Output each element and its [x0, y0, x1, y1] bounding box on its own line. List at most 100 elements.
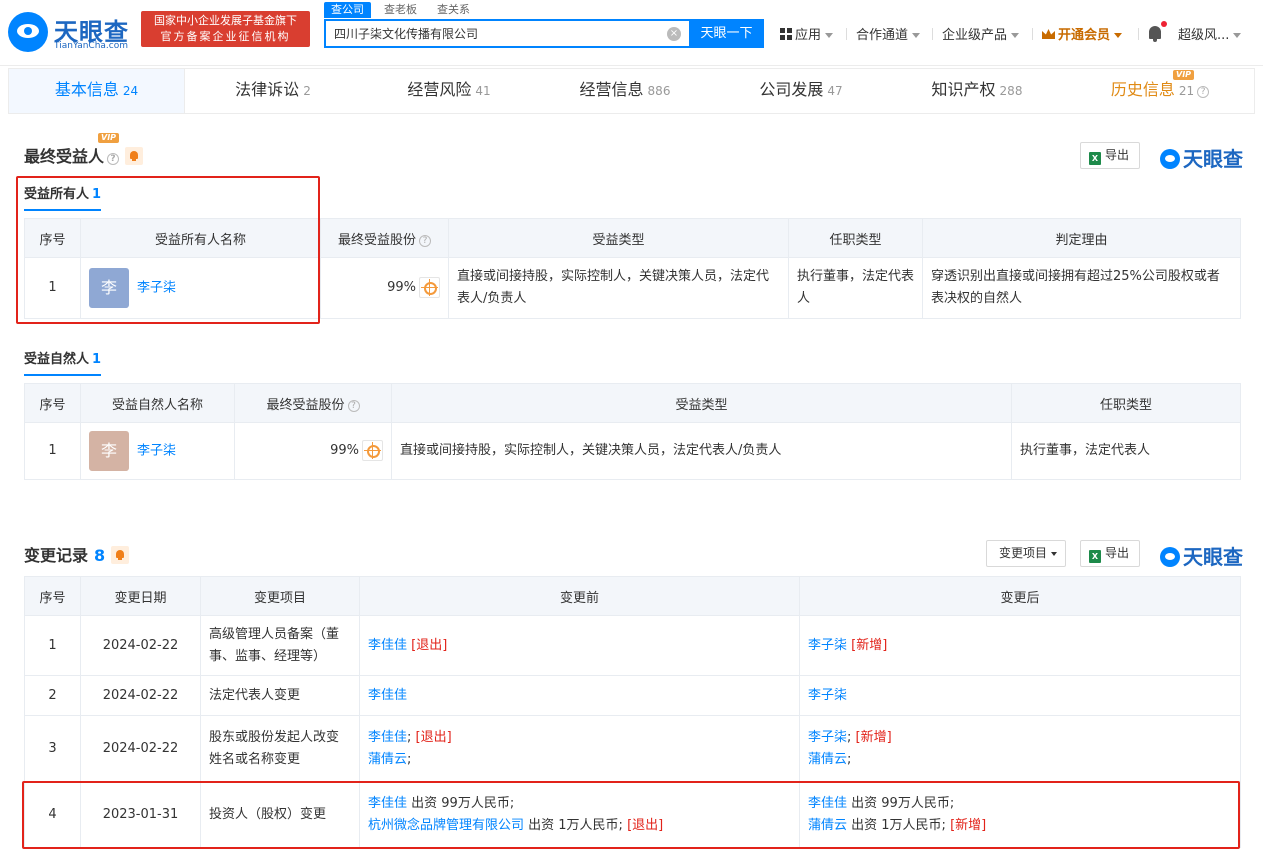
beneficiary-type: 直接或间接持股，实际控制人，关键决策人员，法定代表人/负责人	[448, 257, 789, 319]
entity-link[interactable]: 李子柒	[808, 638, 847, 653]
help-icon[interactable]: ?	[347, 399, 360, 412]
tab-history[interactable]: 历史信息 21?	[1065, 69, 1255, 113]
entity-link[interactable]: 蒲倩云	[368, 752, 407, 767]
avatar[interactable]: 李	[89, 268, 129, 308]
col-header: 受益类型	[448, 218, 789, 258]
nav-apps[interactable]: 应用	[780, 24, 834, 43]
search-tab-company[interactable]: 查公司	[324, 2, 371, 18]
change-text: 出资 1万人民币;	[847, 817, 946, 833]
entity-link[interactable]: 李佳佳	[808, 796, 847, 811]
tab-ip[interactable]: 知识产权 288	[889, 69, 1065, 113]
search-button[interactable]: 天眼一下	[689, 19, 764, 48]
chevron-down-icon	[1051, 551, 1058, 556]
avatar[interactable]: 李	[89, 431, 129, 471]
change-item-filter[interactable]: 变更项目	[986, 540, 1067, 567]
col-header: 判定理由	[922, 218, 1241, 258]
col-header: 受益类型	[391, 383, 1012, 423]
col-header: 序号	[24, 576, 81, 616]
change-line: 杭州微念品牌管理有限公司 出资 1万人民币; [退出]	[368, 815, 791, 837]
col-header: 最终受益股份?	[320, 218, 449, 258]
change-item: 股东或股份发起人改变姓名或名称变更	[200, 715, 360, 782]
row-number: 4	[24, 781, 81, 848]
entity-link[interactable]: 李佳佳	[368, 638, 407, 653]
section-title-beneficiary: 最终受益人?	[24, 143, 144, 167]
bell-icon[interactable]	[111, 546, 130, 564]
entity-link[interactable]: 蒲倩云	[808, 818, 847, 833]
logo[interactable]: 天眼查 TianYanCha.com	[8, 10, 134, 52]
equity-chart-icon[interactable]	[362, 440, 383, 461]
table-row: 1 李李子柒 99% 直接或间接持股，实际控制人，关键决策人员，法定代表人/负责…	[24, 422, 1241, 480]
col-header: 序号	[24, 218, 81, 258]
top-bar: 天眼查 TianYanCha.com 国家中小企业发展子基金旗下 官方备案企业征…	[0, 0, 1263, 66]
change-after: 李子柒 [新增]	[799, 615, 1241, 676]
entity-link[interactable]: 李佳佳	[368, 730, 407, 745]
entity-link[interactable]: 李佳佳	[368, 796, 407, 811]
subsection-natural[interactable]: 受益自然人 1	[24, 348, 102, 376]
owner-name-link[interactable]: 李子柒	[137, 281, 176, 296]
tab-basic-info[interactable]: 基本信息 24	[9, 69, 185, 113]
reason: 穿透识别出直接或间接拥有超过25%公司股权或者表决权的自然人	[922, 257, 1241, 319]
help-icon[interactable]: ?	[107, 153, 120, 165]
clear-icon[interactable]: ×	[667, 27, 681, 41]
logo-domain: TianYanCha.com	[54, 41, 129, 51]
change-before: 李佳佳; [退出] 蒲倩云;	[359, 715, 800, 782]
col-header: 变更前	[359, 576, 800, 616]
tab-development[interactable]: 公司发展 47	[713, 69, 889, 113]
table-row: 1 李李子柒 99% 直接或间接持股，实际控制人，关键决策人员，法定代表人/负责…	[24, 257, 1241, 319]
change-text: 出资 99万人民币;	[847, 795, 955, 811]
col-header: 受益自然人名称	[80, 383, 235, 423]
excel-icon: X	[1089, 550, 1101, 563]
divider	[846, 28, 847, 40]
divider	[1032, 28, 1033, 40]
change-tag: [新增]	[851, 729, 892, 745]
brand-watermark: 天眼查	[1160, 541, 1243, 569]
col-header: 最终受益股份?	[234, 383, 392, 423]
tab-operation[interactable]: 经营信息 886	[537, 69, 713, 113]
change-item: 投资人（股权）变更	[200, 781, 360, 848]
change-line: 李佳佳 出资 99万人民币;	[808, 793, 1232, 815]
change-line: 李子柒 [新增]	[808, 635, 1232, 657]
search-tab-relation[interactable]: 查关系	[430, 2, 477, 18]
entity-link[interactable]: 李佳佳	[368, 688, 407, 703]
export-button[interactable]: X 导出	[1080, 540, 1141, 567]
grid-icon	[780, 28, 792, 40]
equity-chart-icon[interactable]	[419, 277, 440, 298]
changes-table: 序号 变更日期 变更项目 变更前 变更后 1 2024-02-22 高级管理人员备案…	[24, 576, 1241, 848]
change-text: 出资 99万人民币;	[407, 795, 515, 811]
change-after: 李子柒	[799, 675, 1241, 716]
change-after: 李佳佳 出资 99万人民币; 蒲倩云 出资 1万人民币; [新增]	[799, 781, 1241, 848]
nav-enterprise[interactable]: 企业级产品	[942, 24, 1020, 43]
change-item: 高级管理人员备案（董事、监事、经理等）	[200, 615, 360, 676]
change-line: 李佳佳 [退出]	[368, 635, 791, 657]
entity-link[interactable]: 李子柒	[808, 730, 847, 745]
change-tag: [退出]	[622, 817, 664, 833]
natural-name-link[interactable]: 李子柒	[137, 444, 176, 459]
help-icon[interactable]: ?	[419, 234, 431, 247]
tab-legal[interactable]: 法律诉讼 2	[185, 69, 361, 113]
owner-name-cell: 李李子柒	[80, 257, 321, 319]
excel-icon: X	[1089, 152, 1101, 165]
col-header: 受益所有人名称	[80, 218, 321, 258]
change-date: 2024-02-22	[80, 675, 201, 716]
eye-logo-icon	[1160, 547, 1180, 567]
nav-vip[interactable]: 开通会员	[1042, 24, 1123, 43]
tab-risk[interactable]: 经营风险 41	[361, 69, 537, 113]
nav-channel[interactable]: 合作通道	[856, 24, 921, 43]
search-input[interactable]	[326, 21, 656, 46]
entity-link[interactable]: 蒲倩云	[808, 752, 847, 767]
notification-dot	[1161, 21, 1167, 27]
bell-icon[interactable]	[1148, 26, 1162, 42]
brand-watermark: 天眼查	[1160, 143, 1243, 171]
bell-icon[interactable]	[125, 147, 144, 165]
export-button[interactable]: X 导出	[1080, 142, 1141, 169]
natural-name-cell: 李李子柒	[80, 422, 235, 480]
entity-link[interactable]: 李子柒	[808, 688, 847, 703]
change-text: 出资 1万人民币;	[524, 817, 623, 833]
help-icon[interactable]: ?	[1197, 86, 1210, 98]
entity-link[interactable]: 杭州微念品牌管理有限公司	[368, 818, 524, 833]
col-header: 变更后	[799, 576, 1241, 616]
change-after: 李子柒; [新增] 蒲倩云;	[799, 715, 1241, 782]
nav-user[interactable]: 超级风...	[1178, 24, 1242, 43]
subsection-owner[interactable]: 受益所有人 1	[24, 183, 102, 211]
search-tab-boss[interactable]: 查老板	[377, 2, 424, 18]
